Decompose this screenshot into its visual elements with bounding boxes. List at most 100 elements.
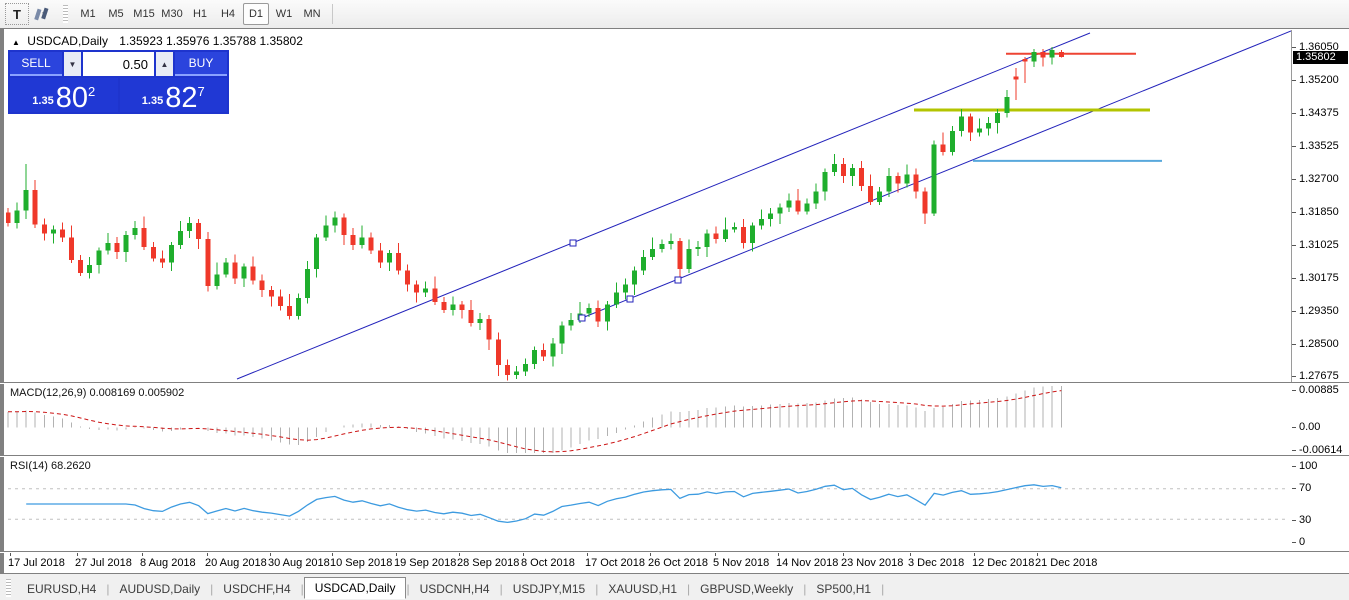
macd-axis-label: 0.00 xyxy=(1299,421,1320,433)
candle-body-bull xyxy=(832,164,837,172)
candle-body-bear xyxy=(795,201,800,212)
candle-body-bull xyxy=(623,285,628,293)
price-axis-label: 1.34375 xyxy=(1299,107,1339,119)
rsi-axis-label: 100 xyxy=(1299,460,1317,472)
candle-body-bull xyxy=(223,263,228,275)
rsi-indicator-chart[interactable] xyxy=(6,457,1291,551)
price-axis-label: 1.28500 xyxy=(1299,338,1339,350)
date-label: 23 Nov 2018 xyxy=(841,557,903,569)
timeframe-button-M30[interactable]: M30 xyxy=(159,3,185,25)
crayon-style-button[interactable]: ▾ xyxy=(30,3,56,25)
candle-body-bull xyxy=(523,364,528,371)
candle-body-bull xyxy=(659,244,664,249)
candle-body-bear xyxy=(741,227,746,243)
volume-decrease-button[interactable]: ▼ xyxy=(64,52,81,76)
timeframe-button-M1[interactable]: M1 xyxy=(75,3,101,25)
date-label: 14 Nov 2018 xyxy=(776,557,838,569)
candle-body-bull xyxy=(323,225,328,237)
timeframe-button-W1[interactable]: W1 xyxy=(271,3,297,25)
candle-body-bull xyxy=(950,131,955,152)
candle-body-bull xyxy=(705,233,710,246)
candle-body-bear xyxy=(269,290,274,296)
tab-audusd-daily[interactable]: AUDUSD,Daily xyxy=(109,579,210,599)
buy-price[interactable]: 1.35 82 7 xyxy=(120,78,228,112)
candle-body-bear xyxy=(941,144,946,152)
sell-price-pips: 80 xyxy=(56,85,88,111)
tab-usdcad-daily[interactable]: USDCAD,Daily xyxy=(304,577,407,599)
timeframe-button-H4[interactable]: H4 xyxy=(215,3,241,25)
text-tool-button[interactable]: T xyxy=(5,3,29,25)
axis-tick xyxy=(1292,344,1296,345)
candle-body-bull xyxy=(51,229,56,233)
axis-tick xyxy=(207,553,208,556)
candle-body-bull xyxy=(696,247,701,249)
axis-tick xyxy=(1292,542,1296,543)
candle-body-bear xyxy=(78,260,83,273)
candle-body-bear xyxy=(677,241,682,269)
candle-body-bear xyxy=(378,251,383,263)
rsi-axis-label: 70 xyxy=(1299,482,1311,494)
ohlc-high: 1.35976 xyxy=(166,34,209,48)
timeframe-button-MN[interactable]: MN xyxy=(299,3,325,25)
volume-increase-button[interactable]: ▲ xyxy=(156,52,173,76)
tab-gbpusd-weekly[interactable]: GBPUSD,Weekly xyxy=(690,579,803,599)
candle-body-bull xyxy=(314,237,319,269)
candle-body-bear xyxy=(114,243,119,252)
buy-price-point: 7 xyxy=(197,84,204,99)
candle-body-bear xyxy=(42,224,47,233)
date-label: 17 Oct 2018 xyxy=(585,557,645,569)
channel-handle[interactable] xyxy=(570,240,576,246)
candle-body-bear xyxy=(441,302,446,310)
candle-body-bear xyxy=(196,223,201,239)
candle-body-bull xyxy=(650,249,655,257)
price-axis-label: 1.30175 xyxy=(1299,272,1339,284)
axis-tick xyxy=(1292,427,1296,428)
tab-usdcnh-h4[interactable]: USDCNH,H4 xyxy=(410,579,500,599)
tab-usdjpy-m15[interactable]: USDJPY,M15 xyxy=(503,579,595,599)
axis-tick xyxy=(332,553,333,556)
tab-sp500-h1[interactable]: SP500,H1 xyxy=(806,579,881,599)
date-label: 21 Dec 2018 xyxy=(1035,557,1097,569)
window-border xyxy=(0,573,1349,574)
buy-button[interactable]: BUY xyxy=(175,52,227,76)
candle-body-bear xyxy=(487,319,492,340)
sell-button[interactable]: SELL xyxy=(10,52,62,76)
candle-body-bear xyxy=(469,310,474,323)
candle-body-bear xyxy=(233,263,238,279)
current-price-badge: 1.35802 xyxy=(1293,51,1348,64)
volume-input[interactable] xyxy=(83,52,154,76)
candle-body-bear xyxy=(432,289,437,302)
price-axis-label: 1.33525 xyxy=(1299,140,1339,152)
timeframe-button-M15[interactable]: M15 xyxy=(131,3,157,25)
axis-tick xyxy=(1292,466,1296,467)
candle-body-bull xyxy=(169,245,174,262)
trend-channel-line[interactable] xyxy=(237,33,1090,379)
candle-body-bull xyxy=(605,304,610,321)
timeframe-button-D1[interactable]: D1 xyxy=(243,3,269,25)
tab-xauusd-h1[interactable]: XAUUSD,H1 xyxy=(598,579,687,599)
tab-eurusd-h4[interactable]: EURUSD,H4 xyxy=(17,579,106,599)
macd-indicator-chart[interactable] xyxy=(6,384,1291,455)
candle-body-bull xyxy=(96,251,101,265)
candle-body-bull xyxy=(423,289,428,293)
rsi-line xyxy=(26,485,1061,523)
candle-body-bull xyxy=(1004,97,1009,113)
macd-axis-label: -0.00614 xyxy=(1299,444,1342,456)
candle-body-bull xyxy=(133,228,138,235)
channel-handle[interactable] xyxy=(627,296,633,302)
sell-price[interactable]: 1.35 80 2 xyxy=(10,78,118,112)
tab-usdchf-h4[interactable]: USDCHF,H4 xyxy=(213,579,300,599)
channel-handle[interactable] xyxy=(579,315,585,321)
date-label: 8 Aug 2018 xyxy=(140,557,196,569)
toolbar-grip[interactable] xyxy=(63,5,68,23)
candle-body-bear xyxy=(914,174,919,191)
timeframe-button-H1[interactable]: H1 xyxy=(187,3,213,25)
tabbar-grip[interactable] xyxy=(6,579,11,597)
candle-body-bear xyxy=(160,259,165,263)
channel-handle[interactable] xyxy=(675,277,681,283)
candle-body-bull xyxy=(750,225,755,242)
collapse-arrow-icon[interactable]: ▲ xyxy=(12,38,20,47)
timeframe-button-M5[interactable]: M5 xyxy=(103,3,129,25)
candle-body-bear xyxy=(968,117,973,133)
candle-body-bull xyxy=(904,174,909,183)
